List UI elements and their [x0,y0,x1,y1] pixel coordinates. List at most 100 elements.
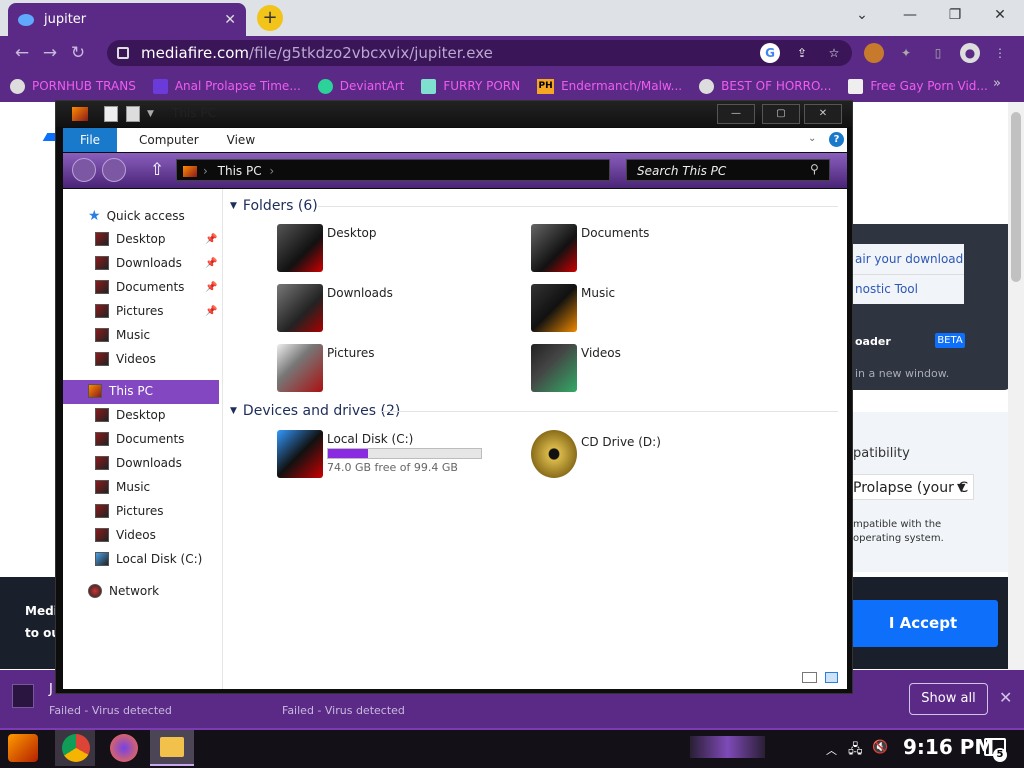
up-arrow-icon[interactable]: ⇧ [150,160,164,180]
nav-qa-downloads[interactable]: Downloads [95,256,182,270]
bookmark-item[interactable]: BEST OF HORRO... [699,78,831,94]
pin-icon[interactable]: 📌 [205,282,217,293]
nav-pc-music[interactable]: Music [95,480,150,494]
share-icon[interactable]: ⇪ [792,43,812,63]
forward-arrow-icon[interactable]: → [36,43,64,63]
back-arrow-icon[interactable]: ← [8,43,36,63]
download-status-1: Failed - Virus detected [49,704,172,717]
ribbon-file-tab[interactable]: File [63,128,117,152]
window-close-button[interactable]: ✕ [980,4,1020,28]
properties-quick-icon[interactable] [104,106,118,122]
tab-close-icon[interactable]: ✕ [224,12,236,28]
ribbon-computer-tab[interactable]: Computer [139,133,199,147]
extensions-puzzle-icon[interactable]: ✦ [896,43,916,63]
explorer-address-box[interactable]: › This PC › [176,159,610,181]
folder-icon [160,737,184,757]
pin-icon[interactable]: 📌 [205,306,217,317]
diagnostic-tool-link[interactable]: nostic Tool [855,282,918,296]
tab-search-chevron-icon[interactable]: ⌄ [842,4,882,28]
taskbar-decoration [690,736,765,758]
chevron-down-icon: ▼ [957,481,966,494]
drive-d[interactable]: CD Drive (D:) [531,430,661,478]
explorer-forward-button[interactable] [102,158,126,182]
help-icon[interactable]: ? [829,132,844,147]
volume-muted-icon[interactable]: 🔇 [872,740,888,755]
chrome-icon[interactable] [62,734,90,762]
bookmark-item[interactable]: DeviantArt [317,78,404,94]
nav-qa-desktop[interactable]: Desktop [95,232,166,246]
folder-videos[interactable]: Videos [531,344,621,392]
bookmark-star-icon[interactable]: ☆ [824,43,844,63]
nav-pc-videos[interactable]: Videos [95,528,156,542]
reload-icon[interactable]: ↻ [64,43,92,63]
nav-qa-videos[interactable]: Videos [95,352,156,366]
accept-cookies-button[interactable]: I Accept [848,600,998,647]
download-item-name[interactable]: J [49,682,53,697]
nav-pc-documents[interactable]: Documents [95,432,184,446]
folder-pictures[interactable]: Pictures [277,344,375,392]
drives-section-header[interactable]: ▼ Devices and drives (2) [230,403,400,419]
folders-section-header[interactable]: ▼ Folders (6) [230,198,318,214]
nav-qa-pictures[interactable]: Pictures [95,304,164,318]
nav-pc-local-disk[interactable]: Local Disk (C:) [95,552,202,566]
bookmark-item[interactable]: Free Gay Porn Vid... [848,78,988,94]
nav-pc-pictures[interactable]: Pictures [95,504,164,518]
os-select[interactable]: Prolapse (your C [848,474,974,500]
explorer-close-button[interactable]: ✕ [804,104,842,124]
window-restore-button[interactable]: ❐ [935,4,975,28]
nav-pc-downloads[interactable]: Downloads [95,456,182,470]
details-view-icon[interactable] [802,672,817,683]
bookmarks-overflow-icon[interactable]: » [993,76,1001,91]
bookmark-item[interactable]: Anal Prolapse Time... [152,78,301,94]
bookmark-item[interactable]: PORNHUB TRANS [10,78,136,94]
globe-icon [10,78,25,94]
ribbon-expand-chevron-icon[interactable]: ⌄ [808,133,816,144]
explorer-minimize-button[interactable]: — [717,104,755,124]
start-button-icon[interactable] [8,734,38,762]
pin-icon[interactable]: 📌 [205,234,217,245]
pin-icon[interactable]: 📌 [205,258,217,269]
tab-jupiter[interactable]: jupiter ✕ [8,3,246,36]
nav-pc-desktop[interactable]: Desktop [95,408,166,422]
clock[interactable]: 9:16 PM [903,735,994,759]
new-tab-button[interactable]: + [257,5,283,31]
menu-kebab-icon[interactable]: ⋮ [990,43,1010,63]
pictures-folder-icon [277,344,323,392]
nav-quick-access[interactable]: ★ Quick access [88,208,185,224]
nav-qa-music[interactable]: Music [95,328,150,342]
bookmark-item[interactable]: FURRY PORN [421,78,520,94]
profile-icon[interactable]: ● [960,43,980,63]
explorer-maximize-button[interactable]: ▢ [762,104,800,124]
tray-chevron-up-icon[interactable]: ︿ [826,742,837,758]
scrollbar-thumb[interactable] [1011,112,1021,282]
large-icons-view-icon[interactable] [825,672,838,683]
sigma-icon [152,78,168,94]
address-bar[interactable]: mediafire.com/file/g5tkdzo2vbcxvix/jupit… [107,40,852,66]
folder-documents[interactable]: Documents [531,224,649,272]
folder-downloads[interactable]: Downloads [277,284,393,332]
bookmark-item[interactable]: PH Endermanch/Malw... [537,78,682,94]
drive-c-usage-bar [327,448,482,459]
url-domain: mediafire.com [141,44,250,62]
side-panel-icon[interactable]: ▯ [928,43,948,63]
ribbon-view-tab[interactable]: View [227,133,255,147]
search-icon[interactable]: ⚲ [810,162,819,176]
folder-desktop[interactable]: Desktop [277,224,377,272]
explorer-title: This PC [172,106,216,120]
firefox-icon[interactable] [110,734,138,762]
nav-network[interactable]: Network [88,584,159,598]
nav-qa-documents[interactable]: Documents [95,280,184,294]
qat-chevron-down-icon[interactable]: ▼ [147,109,154,119]
close-download-shelf-icon[interactable]: ✕ [999,688,1012,707]
show-all-downloads-button[interactable]: Show all [909,683,988,715]
window-minimize-button[interactable]: — [890,4,930,28]
explorer-back-button[interactable] [72,158,96,182]
repair-download-link[interactable]: air your download [855,252,963,266]
extension-avatar-icon[interactable] [864,43,884,63]
new-folder-quick-icon[interactable] [126,106,140,122]
explorer-search-box[interactable]: Search This PC [626,159,830,181]
nav-this-pc[interactable]: This PC [88,384,153,398]
google-lens-icon[interactable]: G [760,43,780,63]
network-icon[interactable]: 🖧 [848,740,863,762]
folder-music[interactable]: Music [531,284,615,332]
